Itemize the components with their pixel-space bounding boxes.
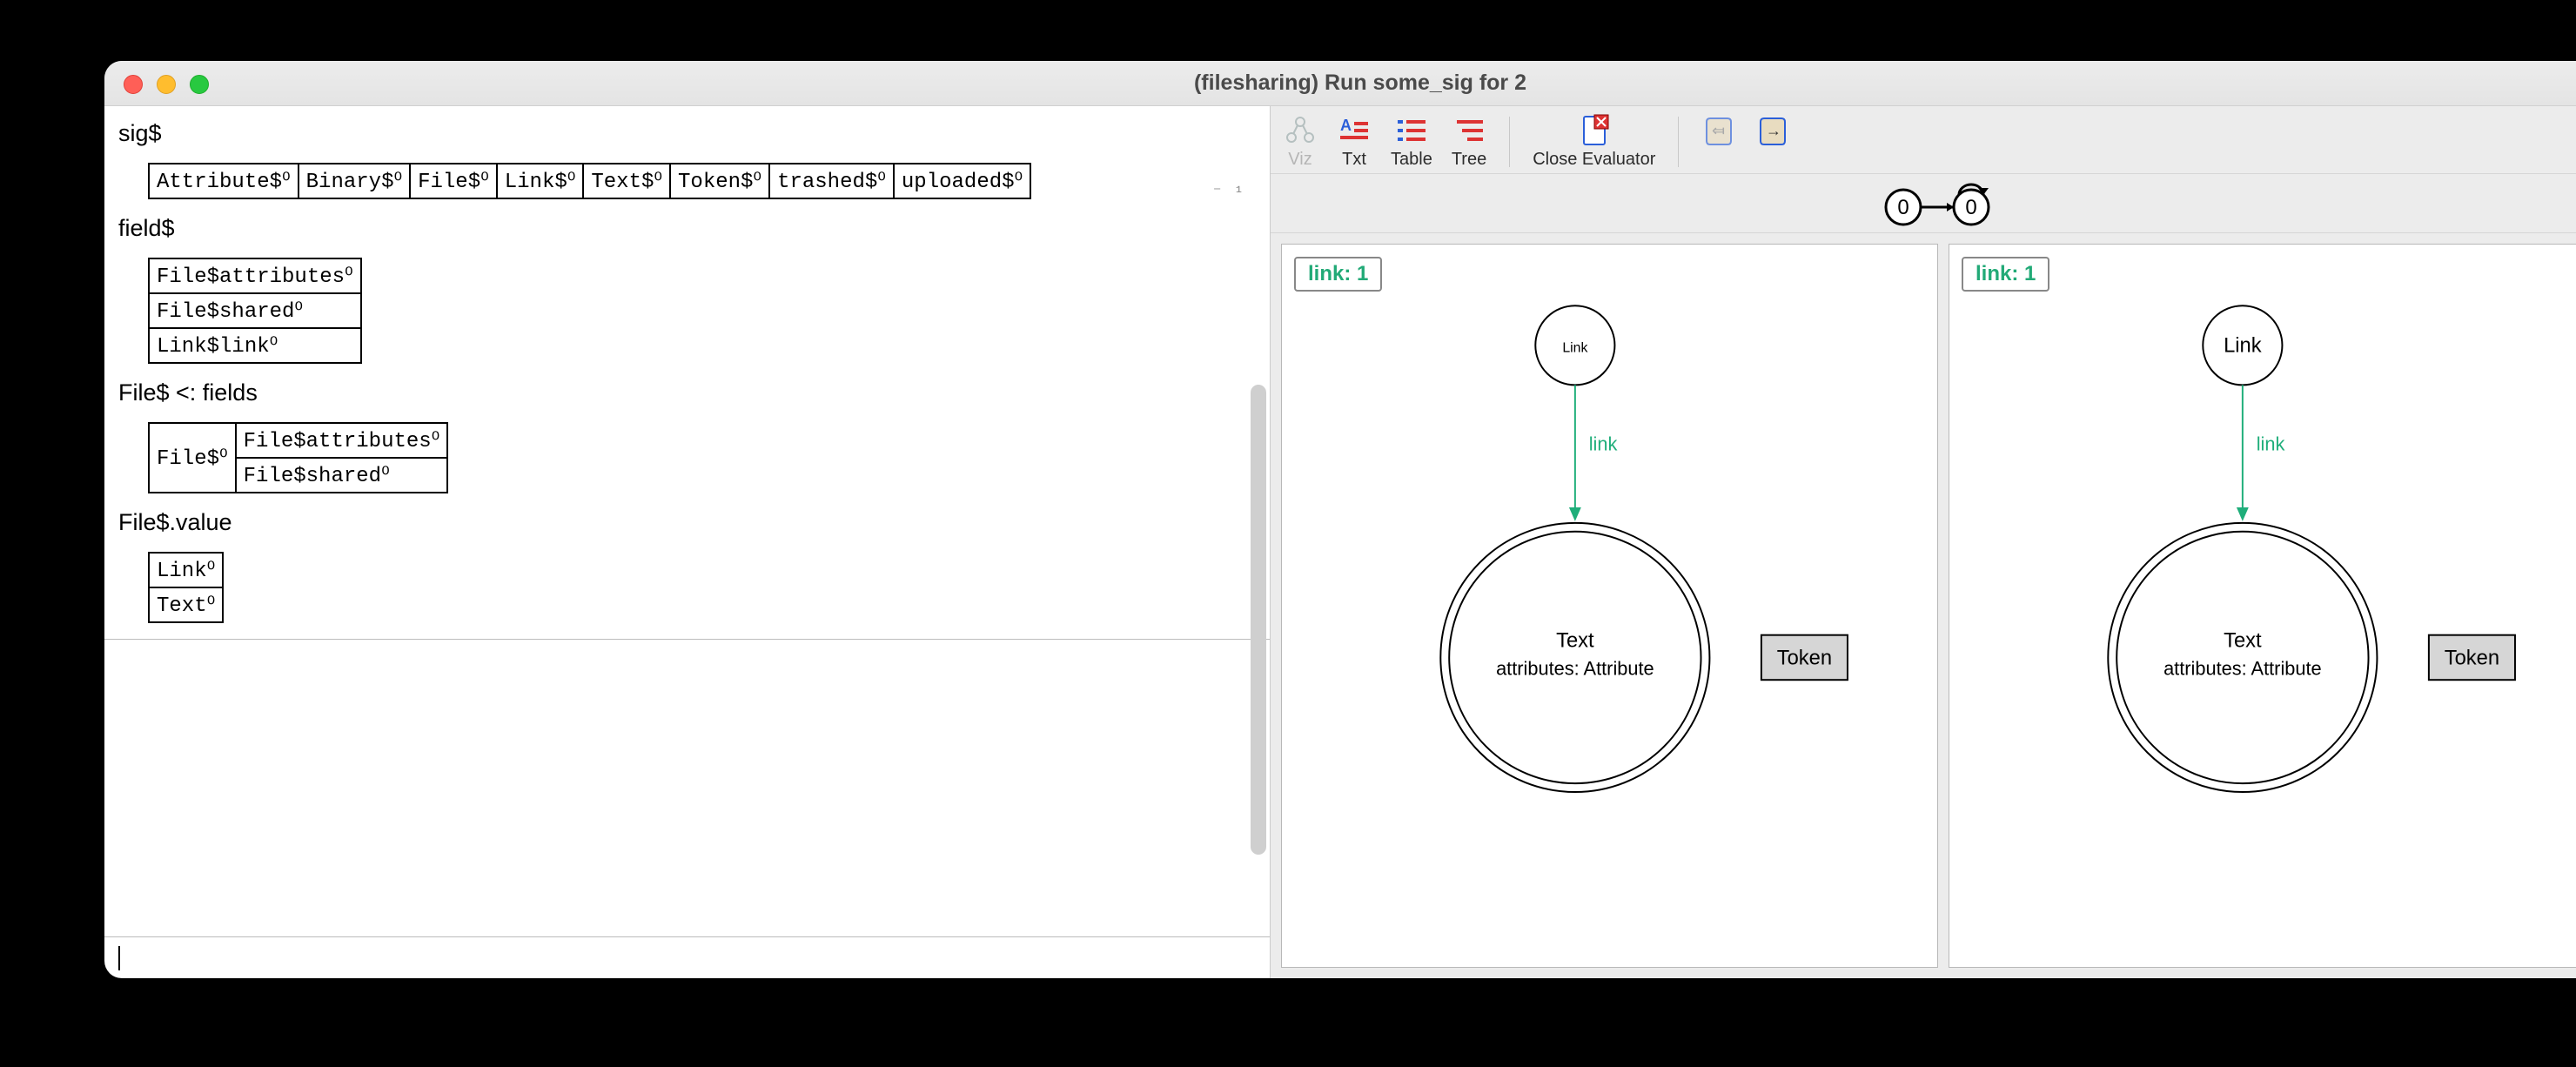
state-label: 0 [1897,196,1909,219]
cell: File$attributes⁰ [236,423,448,458]
svg-text:A: A [1340,117,1352,134]
table-icon [1394,113,1429,148]
node-label: Token [2445,646,2499,669]
visualizer-pane: Viz A Txt Table [1271,106,2576,978]
label [1717,150,1722,170]
titlebar: (filesharing) Run some_sig for 2 [104,61,2576,106]
evaluator-input[interactable] [104,936,1270,978]
state-label: 0 [1965,196,1976,219]
file-fields-table: File$⁰ File$attributes⁰ File$shared⁰ [148,422,448,493]
projection-badge[interactable]: link: 1 [1962,257,2049,292]
instance-graph: Link link Text attributes: Attribute Tok… [1949,245,2576,967]
app-window: (filesharing) Run some_sig for 2 ⁻ ¹ sig… [104,61,2576,978]
graph-icon [1283,113,1318,148]
node-label: Token [1777,646,1832,669]
close-evaluator-button[interactable]: Close Evaluator [1533,113,1655,170]
divider [104,639,1270,640]
edge-label: link [2257,433,2285,455]
cell: File$shared⁰ [149,293,361,328]
window-controls [124,75,209,94]
scroll-prev-icon: ⤆ [1701,113,1736,148]
cell: Link$⁰ [497,164,584,198]
section-label: File$ <: fields [118,379,1256,406]
field-table: File$attributes⁰ File$shared⁰ Link$link⁰ [148,258,362,364]
trace-graph: 0 0 [1874,178,2013,230]
close-icon[interactable] [124,75,143,94]
cell: trashed$⁰ [769,164,894,198]
node-label: attributes: Attribute [2163,657,2322,679]
label: Viz [1288,150,1311,170]
corner-marker: ⁻ ¹ [1213,183,1245,202]
viz-area: link: 1 Link link Text attributes: Attri… [1271,233,2576,978]
section-label: field$ [118,215,1256,242]
text-caret [118,946,120,970]
label: Tree [1452,150,1486,170]
cell: Token$⁰ [670,164,769,198]
body: ⁻ ¹ sig$ Attribute$⁰ Binary$⁰ File$⁰ Lin… [104,106,2576,978]
maximize-icon[interactable] [190,75,209,94]
node-label: Text [2224,629,2262,653]
svg-text:→: → [1766,122,1781,139]
cell: Link$link⁰ [149,328,361,363]
prev-button[interactable]: ⤆ [1701,113,1736,170]
cell: File$⁰ [149,423,236,493]
evaluator-pane: ⁻ ¹ sig$ Attribute$⁰ Binary$⁰ File$⁰ Lin… [104,106,1271,978]
window-title: (filesharing) Run some_sig for 2 [104,70,2576,96]
arrowhead-icon [1569,507,1581,521]
projection-badge[interactable]: link: 1 [1294,257,1382,292]
node-label: Text [1556,629,1594,653]
section-label: File$.value [118,509,1256,536]
close-doc-icon [1577,113,1612,148]
scroll-next-icon: → [1755,113,1790,148]
trace-bar: 0 0 [1271,174,2576,233]
cell: Text⁰ [149,587,223,622]
label: Txt [1342,150,1366,170]
node-label: Link [2224,334,2262,358]
svg-text:⤆: ⤆ [1712,122,1725,139]
text-icon: A [1337,113,1372,148]
txt-button[interactable]: A Txt [1337,113,1372,170]
cell: Attribute$⁰ [149,164,299,198]
tree-button[interactable]: Tree [1452,113,1486,170]
cell: Link⁰ [149,553,223,587]
cell: File$⁰ [410,164,497,198]
evaluator-output: ⁻ ¹ sig$ Attribute$⁰ Binary$⁰ File$⁰ Lin… [104,106,1270,936]
cell: File$attributes⁰ [149,258,361,293]
node-label: attributes: Attribute [1496,657,1654,679]
viz-panel-1[interactable]: link: 1 Link link Text attributes: Attri… [1949,244,2576,968]
edge-label: link [1589,433,1618,455]
viz-panel-0[interactable]: link: 1 Link link Text attributes: Attri… [1281,244,1938,968]
label: Table [1391,150,1432,170]
cell: Text$⁰ [583,164,670,198]
cell: uploaded$⁰ [894,164,1030,198]
separator [1678,117,1679,167]
sig-table: Attribute$⁰ Binary$⁰ File$⁰ Link$⁰ Text$… [148,163,1031,199]
label [1771,150,1776,170]
arrowhead-icon [2237,507,2249,521]
cell: Binary$⁰ [299,164,410,198]
viz-button[interactable]: Viz [1283,113,1318,170]
scrollbar-thumb[interactable] [1251,385,1266,855]
label: Close Evaluator [1533,150,1655,170]
instance-graph: Link link Text attributes: Attribute Tok… [1282,245,1937,967]
table-button[interactable]: Table [1391,113,1432,170]
tree-icon [1452,113,1486,148]
node-label: Link [1562,341,1587,356]
toolbar: Viz A Txt Table [1271,106,2576,174]
next-button[interactable]: → [1755,113,1790,170]
cell: File$shared⁰ [236,458,448,493]
file-value-table: Link⁰ Text⁰ [148,552,224,623]
section-label: sig$ [118,120,1256,147]
minimize-icon[interactable] [157,75,176,94]
separator [1509,117,1510,167]
